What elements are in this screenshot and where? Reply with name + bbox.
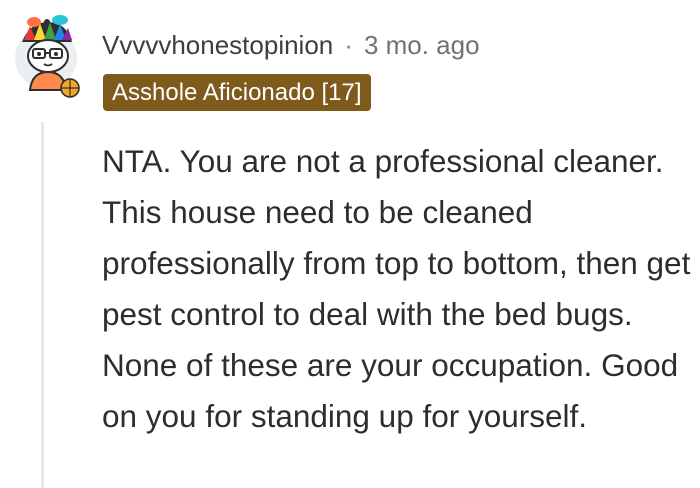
meta-separator: · bbox=[344, 29, 353, 60]
comment-timestamp[interactable]: 3 mo. ago bbox=[364, 30, 480, 61]
user-avatar-icon[interactable] bbox=[14, 12, 90, 104]
thread-line[interactable] bbox=[41, 122, 44, 488]
user-flair-badge: Asshole Aficionado [17] bbox=[103, 74, 371, 111]
comment-body: NTA. You are not a professional cleaner.… bbox=[102, 143, 691, 434]
comment-meta: Vvvvvhonestopinion · 3 mo. ago bbox=[102, 26, 480, 64]
comment: Vvvvvhonestopinion · 3 mo. ago Asshole A… bbox=[0, 0, 700, 488]
username-link[interactable]: Vvvvvhonestopinion bbox=[102, 30, 333, 61]
